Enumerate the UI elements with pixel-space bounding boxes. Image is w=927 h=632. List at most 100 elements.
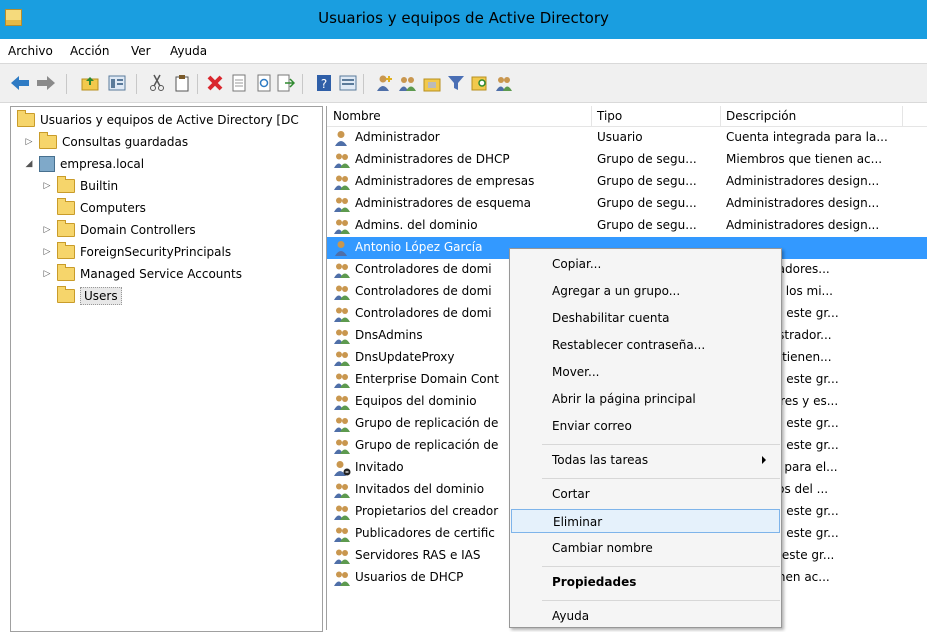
context-menu-item-propiedades[interactable]: Propiedades	[511, 570, 780, 594]
context-menu-item-agregar-a-un-grupo[interactable]: Agregar a un grupo...	[511, 279, 780, 303]
list-row[interactable]: Admins. del dominio Grupo de segu... Admin…	[327, 215, 927, 237]
tree-item-label: Domain Controllers	[80, 223, 196, 237]
expand-icon[interactable]: ▷	[41, 225, 53, 235]
tree-item-label: Builtin	[80, 179, 119, 193]
group-icon	[333, 482, 351, 498]
list-row[interactable]: Administradores de esquema Grupo de segu.…	[327, 193, 927, 215]
cell-name: Controladores de domi	[355, 262, 492, 276]
expand-icon[interactable]: ▷	[23, 137, 35, 147]
cell-name: Admins. del dominio	[355, 218, 478, 232]
delete-icon[interactable]	[205, 73, 225, 93]
tree-item-computers[interactable]: Computers	[41, 197, 146, 219]
folder-icon	[57, 286, 75, 303]
menu-item-label: Ayuda	[552, 609, 590, 623]
menu-item-label: Agregar a un grupo...	[552, 284, 681, 298]
cell-name: DnsAdmins	[355, 328, 423, 342]
context-menu-item-enviar-correo[interactable]: Enviar correo	[511, 414, 780, 438]
menu-ver[interactable]: Ver	[131, 44, 151, 58]
tree-item-domain-controllers[interactable]: ▷ Domain Controllers	[41, 219, 196, 241]
list-row[interactable]: Administrador Usuario Cuenta integrada par…	[327, 127, 927, 149]
context-menu-item-todas-las-tareas[interactable]: Todas las tareas	[511, 448, 780, 472]
cell-type: Grupo de segu...	[597, 174, 697, 188]
new-ou-icon[interactable]	[422, 73, 442, 93]
find-icon[interactable]	[470, 73, 490, 93]
filter-icon[interactable]	[446, 73, 466, 93]
expand-icon[interactable]: ▷	[41, 269, 53, 279]
toolbar: ?	[0, 63, 927, 103]
column-header-nombre[interactable]: Nombre	[333, 109, 381, 123]
cut-icon[interactable]	[147, 73, 167, 93]
context-menu-item-deshabilitar-cuenta[interactable]: Deshabilitar cuenta	[511, 306, 780, 330]
tree-item-foreign-security-principals[interactable]: ▷ ForeignSecurityPrincipals	[41, 241, 231, 263]
show-hide-tree-icon[interactable]	[107, 73, 127, 93]
cell-description: Administradores design...	[726, 218, 880, 232]
context-menu-item-cortar[interactable]: Cortar	[511, 482, 780, 506]
view-icon[interactable]	[338, 73, 358, 93]
user-icon	[333, 130, 351, 146]
help-icon[interactable]: ?	[314, 73, 334, 93]
title-bar[interactable]: Usuarios y equipos de Active Directory	[0, 0, 927, 39]
window-title: Usuarios y equipos de Active Directory	[318, 9, 609, 27]
folder-icon	[57, 264, 75, 281]
menu-ayuda[interactable]: Ayuda	[170, 44, 207, 58]
cell-name: Administradores de empresas	[355, 174, 535, 188]
cell-name: Controladores de domi	[355, 284, 492, 298]
context-menu-item-restablecer-contrasena[interactable]: Restablecer contraseña...	[511, 333, 780, 357]
list-row[interactable]: Administradores de DHCP Grupo de segu... M…	[327, 149, 927, 171]
cell-name: Antonio López García	[355, 240, 483, 254]
group-icon	[333, 570, 351, 586]
tree-item-users[interactable]: Users	[41, 285, 122, 307]
refresh-icon[interactable]	[254, 73, 274, 93]
cell-description: Administradores design...	[726, 174, 880, 188]
properties-icon[interactable]	[229, 73, 249, 93]
cell-name: Equipos del dominio	[355, 394, 477, 408]
back-icon[interactable]	[10, 73, 30, 93]
domain-icon	[39, 156, 55, 172]
menu-archivo[interactable]: Archivo	[8, 44, 53, 58]
cell-name: Administradores de DHCP	[355, 152, 510, 166]
list-header: Nombre Tipo Descripción	[327, 106, 927, 127]
context-menu-item-abrir-la-pagina-principal[interactable]: Abrir la página principal	[511, 387, 780, 411]
tree-root[interactable]: Usuarios y equipos de Active Directory […	[13, 109, 299, 131]
context-menu-item-ayuda[interactable]: Ayuda	[511, 604, 780, 628]
add-to-group-icon[interactable]	[494, 73, 514, 93]
submenu-arrow-icon	[762, 456, 766, 464]
group-icon	[333, 174, 351, 190]
group-icon	[333, 284, 351, 300]
console-icon	[17, 110, 35, 127]
new-user-icon[interactable]	[374, 73, 394, 93]
context-menu-item-cambiar-nombre[interactable]: Cambiar nombre	[511, 536, 780, 560]
tree-item-label: ForeignSecurityPrincipals	[80, 245, 232, 259]
console-tree[interactable]: Usuarios y equipos de Active Directory […	[10, 106, 323, 632]
context-menu-item-eliminar[interactable]: Eliminar	[511, 509, 780, 533]
folder-icon	[57, 242, 75, 259]
group-icon	[333, 416, 351, 432]
cell-name: Publicadores de certific	[355, 526, 495, 540]
tree-root-label: Usuarios y equipos de Active Directory […	[40, 113, 299, 127]
collapse-icon[interactable]: ◢	[23, 159, 35, 169]
menu-item-label: Todas las tareas	[552, 453, 649, 467]
expand-icon[interactable]: ▷	[41, 247, 53, 257]
tree-item-builtin[interactable]: ▷ Builtin	[41, 175, 118, 197]
forward-icon[interactable]	[36, 73, 56, 93]
menu-item-label: Propiedades	[552, 575, 637, 589]
menu-accion[interactable]: Acción	[70, 44, 109, 58]
group-icon	[333, 350, 351, 366]
column-header-descripcion[interactable]: Descripción	[726, 109, 796, 123]
tree-item-consultas-guardadas[interactable]: ▷ Consultas guardadas	[23, 131, 188, 153]
tree-item-managed-service-accounts[interactable]: ▷ Managed Service Accounts	[41, 263, 242, 285]
up-folder-icon[interactable]	[80, 73, 100, 93]
folder-icon	[57, 176, 75, 193]
context-menu-item-mover[interactable]: Mover...	[511, 360, 780, 384]
new-group-icon[interactable]	[398, 73, 418, 93]
expand-icon[interactable]: ▷	[41, 181, 53, 191]
context-menu-item-copiar[interactable]: Copiar...	[511, 252, 780, 276]
column-header-tipo[interactable]: Tipo	[597, 109, 622, 123]
tree-item-empresa-local[interactable]: ◢ empresa.local	[23, 153, 144, 175]
folder-icon	[39, 132, 57, 149]
list-row[interactable]: Administradores de empresas Grupo de segu…	[327, 171, 927, 193]
export-list-icon[interactable]	[276, 73, 296, 93]
cell-name: Grupo de replicación de	[355, 416, 499, 430]
menu-bar: Archivo Acción Ver Ayuda	[0, 39, 927, 63]
copy-icon[interactable]	[172, 73, 192, 93]
